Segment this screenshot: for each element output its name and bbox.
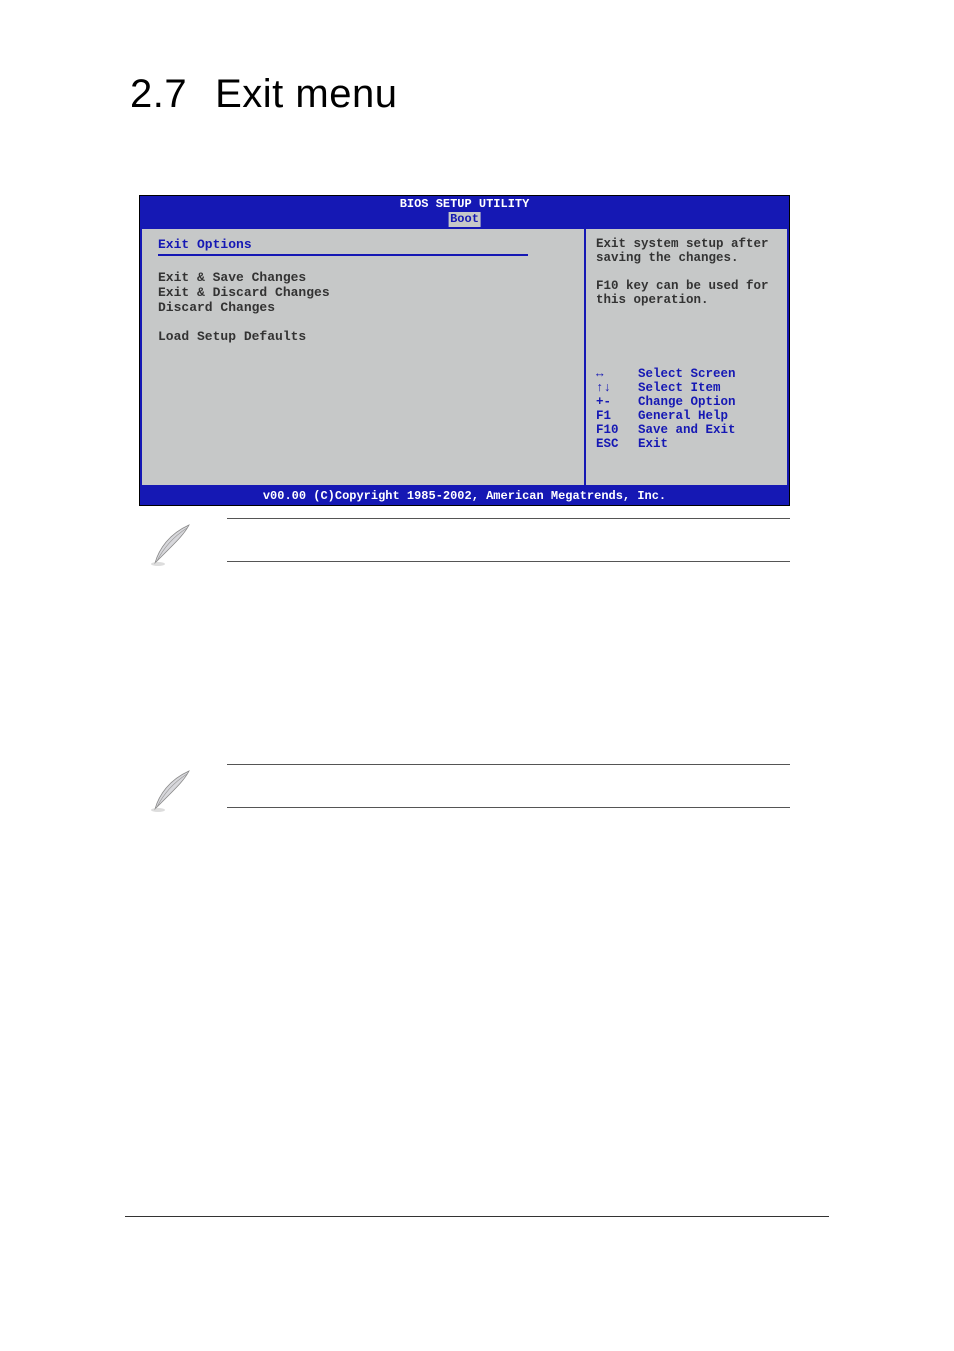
bios-nav-label: Select Screen (638, 367, 736, 381)
bios-title-bar: BIOS SETUP UTILITY (140, 196, 789, 212)
bios-nav-key-pm: +- (596, 395, 638, 409)
bios-nav-row: +-Change Option (596, 395, 779, 409)
quill-icon (149, 765, 199, 815)
bios-nav-legend: ↔Select Screen ↑↓Select Item +-Change Op… (596, 367, 779, 451)
bios-nav-label: Change Option (638, 395, 736, 409)
bios-nav-row: ESCExit (596, 437, 779, 451)
bios-nav-key-f1: F1 (596, 409, 638, 423)
bios-right-panel: Exit system setup after saving the chang… (584, 227, 789, 487)
section-text: Exit menu (215, 72, 397, 116)
bios-nav-row: F10Save and Exit (596, 423, 779, 437)
bios-nav-key-esc: ESC (596, 437, 638, 451)
section-number: 2.7 (130, 72, 187, 116)
bios-item-exit-discard[interactable]: Exit & Discard Changes (158, 285, 572, 300)
bios-item-load-defaults[interactable]: Load Setup Defaults (158, 329, 572, 344)
bios-nav-row: F1General Help (596, 409, 779, 423)
bios-nav-label: General Help (638, 409, 728, 423)
bios-nav-label: Save and Exit (638, 423, 736, 437)
bios-section-title: Exit Options (158, 237, 572, 252)
note-block-2 (139, 760, 790, 812)
divider (227, 807, 790, 808)
bios-nav-row: ↔Select Screen (596, 367, 779, 381)
page-footer-divider (125, 1216, 829, 1217)
bios-footer: v00.00 (C)Copyright 1985-2002, American … (140, 487, 789, 505)
bios-help-p1: Exit system setup after saving the chang… (596, 237, 779, 265)
bios-help-p2: F10 key can be used for this operation. (596, 279, 779, 307)
note-text-1 (227, 514, 790, 566)
bios-nav-label: Select Item (638, 381, 721, 395)
divider (227, 561, 790, 562)
bios-left-panel: Exit Options Exit & Save Changes Exit & … (140, 227, 584, 487)
bios-tab-boot[interactable]: Boot (448, 212, 481, 227)
bios-nav-key-f10: F10 (596, 423, 638, 437)
bios-nav-key-lr: ↔ (596, 367, 638, 381)
bios-screenshot: BIOS SETUP UTILITY Boot Exit Options Exi… (139, 195, 790, 506)
note-text-2 (227, 760, 790, 812)
note-block-1 (139, 514, 790, 566)
quill-icon (149, 519, 199, 569)
bios-body: Exit Options Exit & Save Changes Exit & … (140, 227, 789, 487)
bios-nav-key-ud: ↑↓ (596, 381, 638, 395)
bios-item-exit-save[interactable]: Exit & Save Changes (158, 270, 572, 285)
bios-tab-row: Boot (140, 212, 789, 227)
page-title: 2.7 Exit menu (130, 72, 397, 117)
bios-item-discard[interactable]: Discard Changes (158, 300, 572, 315)
bios-nav-row: ↑↓Select Item (596, 381, 779, 395)
bios-help-text: Exit system setup after saving the chang… (596, 237, 779, 307)
bios-nav-label: Exit (638, 437, 668, 451)
bios-section-underline (158, 254, 528, 256)
